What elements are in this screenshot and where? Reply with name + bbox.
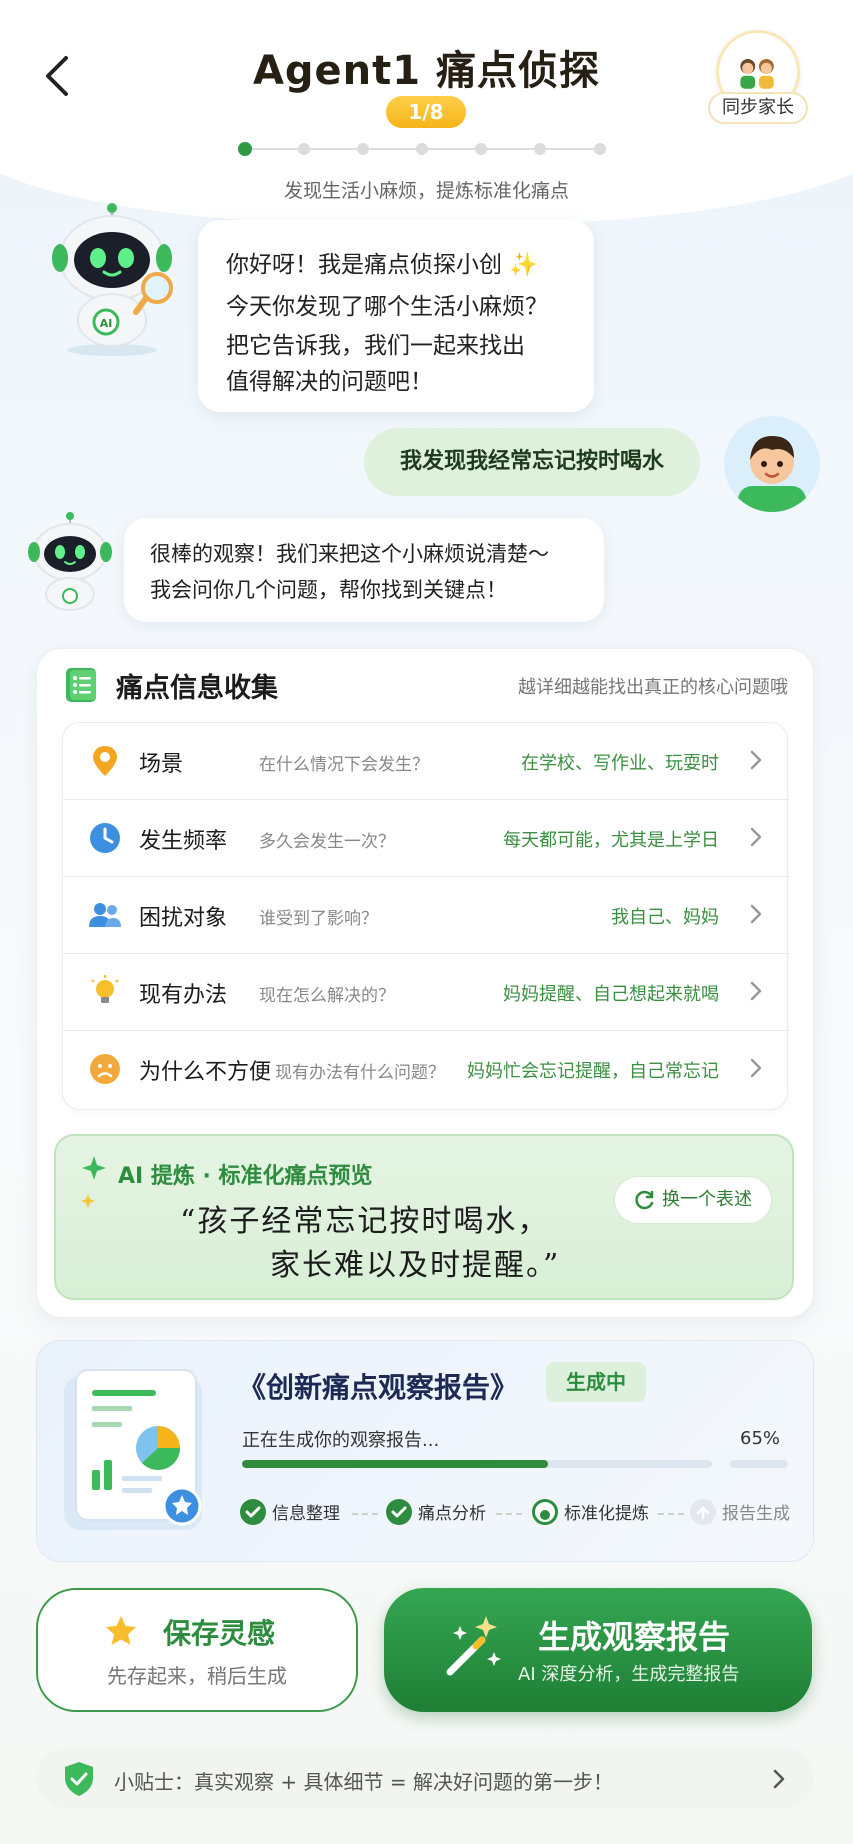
sad-face-icon — [87, 1051, 123, 1087]
rephrase-label: 换一个表述 — [662, 1189, 752, 1210]
step-label: 痛点分析 — [418, 1504, 486, 1524]
info-row-affected[interactable]: 困扰对象 谁受到了影响？ 我自己、妈妈 — [63, 877, 789, 954]
chevron-right-icon — [750, 981, 762, 1001]
user-avatar — [724, 416, 820, 512]
info-row-question: 现在怎么解决的？ — [259, 986, 395, 1006]
bot-greeting-line: 值得解决的问题吧！ — [226, 369, 433, 395]
step-progress-dots — [238, 141, 610, 157]
refresh-icon — [635, 1190, 654, 1210]
chevron-right-icon — [750, 827, 762, 847]
info-row-answer: 我自己、妈妈 — [611, 907, 719, 928]
chevron-right-icon — [750, 750, 762, 770]
info-row-answer: 妈妈提醒、自己想起来就喝 — [503, 984, 719, 1005]
info-row-label: 发生频率 — [139, 829, 228, 854]
magic-wand-icon — [446, 1616, 501, 1676]
info-row-answer: 妈妈忙会忘记提醒，自己常忘记 — [467, 1061, 719, 1082]
sparkle-icon — [81, 1156, 106, 1208]
list-document-icon — [64, 666, 100, 704]
quote-line: 家长难以及时提醒。” — [270, 1248, 561, 1283]
ai-refine-title: AI 提炼 · 标准化痛点预览 — [118, 1164, 373, 1189]
info-row-question: 在什么情况下会发生？ — [259, 755, 429, 775]
info-row-label: 场景 — [139, 752, 184, 777]
info-row-answer: 每天都可能，尤其是上学日 — [503, 830, 719, 851]
generate-report-title: 生成观察报告 — [538, 1618, 731, 1656]
check-circle-icon — [386, 1499, 412, 1525]
info-row-question: 多久会发生一次？ — [259, 832, 395, 852]
progress-percent: 65% — [740, 1428, 781, 1449]
generate-report-subtitle: AI 深度分析，生成完整报告 — [518, 1664, 740, 1685]
bot-reply-line: 很棒的观察！我们来把这个小麻烦说清楚～ — [150, 542, 549, 566]
info-row-inconvenience[interactable]: 为什么不方便 现有办法有什么问题？ 妈妈忙会忘记提醒，自己常忘记 — [63, 1031, 789, 1108]
report-title: 《创新痛点观察报告》 — [238, 1371, 519, 1404]
progress-bar — [242, 1460, 712, 1468]
rephrase-button[interactable]: 换一个表述 — [614, 1176, 772, 1224]
user-message-bubble: 我发现我经常忘记按时喝水 — [364, 428, 700, 496]
bot-greeting-line: 把它告诉我，我们一起来找出 — [226, 333, 525, 359]
step-label: 报告生成 — [722, 1504, 790, 1524]
info-row-label: 困扰对象 — [139, 906, 228, 931]
info-row-question: 现有办法有什么问题？ — [275, 1063, 445, 1083]
quote-line: “孩子经常忘记按时喝水， — [180, 1204, 550, 1239]
robot-mascot-icon: AI — [42, 200, 197, 360]
step-item: 信息整理 — [240, 1496, 340, 1532]
report-document-icon — [60, 1366, 210, 1536]
step-item: 报告生成 — [690, 1496, 790, 1532]
page-subtitle: 发现生活小麻烦，提炼标准化痛点 — [283, 180, 569, 202]
save-inspiration-title: 保存灵感 — [162, 1617, 275, 1650]
bot-greeting-bubble: 你好呀！我是痛点侦探小创 ✨ 今天你发现了哪个生活小麻烦？ 把它告诉我，我们一起… — [198, 220, 594, 412]
upload-arrow-icon — [690, 1499, 716, 1525]
step-item: 痛点分析 — [386, 1496, 486, 1532]
standardized-pain-point-quote: “孩子经常忘记按时喝水， 家长难以及时提醒。” — [180, 1200, 640, 1288]
save-inspiration-subtitle: 先存起来，稍后生成 — [107, 1664, 287, 1688]
card-hint: 越详细越能找出真正的核心问题哦 — [518, 677, 788, 698]
info-row-current-solution[interactable]: 现有办法 现在怎么解决的？ 妈妈提醒、自己想起来就喝 — [63, 954, 789, 1031]
info-row-label: 现有办法 — [139, 983, 228, 1008]
people-icon — [87, 897, 123, 933]
progress-text: 正在生成你的观察报告... — [242, 1430, 440, 1451]
step-label: 信息整理 — [272, 1504, 340, 1524]
report-steps: 信息整理 痛点分析 标准化提炼 报告生成 — [240, 1496, 800, 1532]
bot-reply-line: 我会问你几个问题，帮你找到关键点！ — [150, 578, 507, 602]
step-item: 标准化提炼 — [532, 1496, 649, 1532]
info-row-frequency[interactable]: 发生频率 多久会发生一次？ 每天都可能，尤其是上学日 — [63, 800, 789, 877]
status-badge: 生成中 — [546, 1362, 646, 1402]
sync-parent-button[interactable]: 同步家长 — [708, 30, 808, 130]
svg-text:AI: AI — [100, 317, 113, 330]
info-row-label: 为什么不方便 — [139, 1060, 272, 1085]
card-title: 痛点信息收集 — [116, 673, 278, 704]
location-pin-icon — [87, 743, 123, 779]
chevron-right-icon — [750, 904, 762, 924]
step-indicator: 1/8 — [386, 96, 466, 128]
clock-icon — [87, 820, 123, 856]
info-row-question: 谁受到了影响？ — [259, 909, 378, 929]
progress-bar-remainder — [730, 1460, 788, 1468]
robot-mascot-small-icon — [22, 512, 122, 612]
shield-check-icon — [65, 1762, 93, 1796]
bot-reply-bubble: 很棒的观察！我们来把这个小麻烦说清楚～ 我会问你几个问题，帮你找到关键点！ — [124, 518, 604, 622]
tip-text: 小贴士：真实观察 + 具体细节 = 解决好问题的第一步！ — [114, 1770, 613, 1794]
lightbulb-icon — [87, 974, 123, 1010]
sync-parent-label: 同步家长 — [708, 92, 808, 124]
info-row-answer: 在学校、写作业、玩耍时 — [521, 753, 719, 774]
check-circle-icon — [240, 1499, 266, 1525]
chevron-right-icon — [773, 1769, 785, 1789]
bot-greeting-line: 你好呀！我是痛点侦探小创 ✨ — [226, 252, 538, 278]
chevron-right-icon — [750, 1058, 762, 1078]
active-step-icon — [532, 1499, 558, 1525]
progress-bar-fill — [242, 1460, 548, 1468]
step-label: 标准化提炼 — [564, 1504, 649, 1524]
info-row-scene[interactable]: 场景 在什么情况下会发生？ 在学校、写作业、玩耍时 — [63, 723, 789, 800]
info-list: 场景 在什么情况下会发生？ 在学校、写作业、玩耍时 发生频率 多久会发生一次？ … — [62, 722, 789, 1110]
bot-greeting-line: 今天你发现了哪个生活小麻烦？ — [226, 294, 548, 320]
